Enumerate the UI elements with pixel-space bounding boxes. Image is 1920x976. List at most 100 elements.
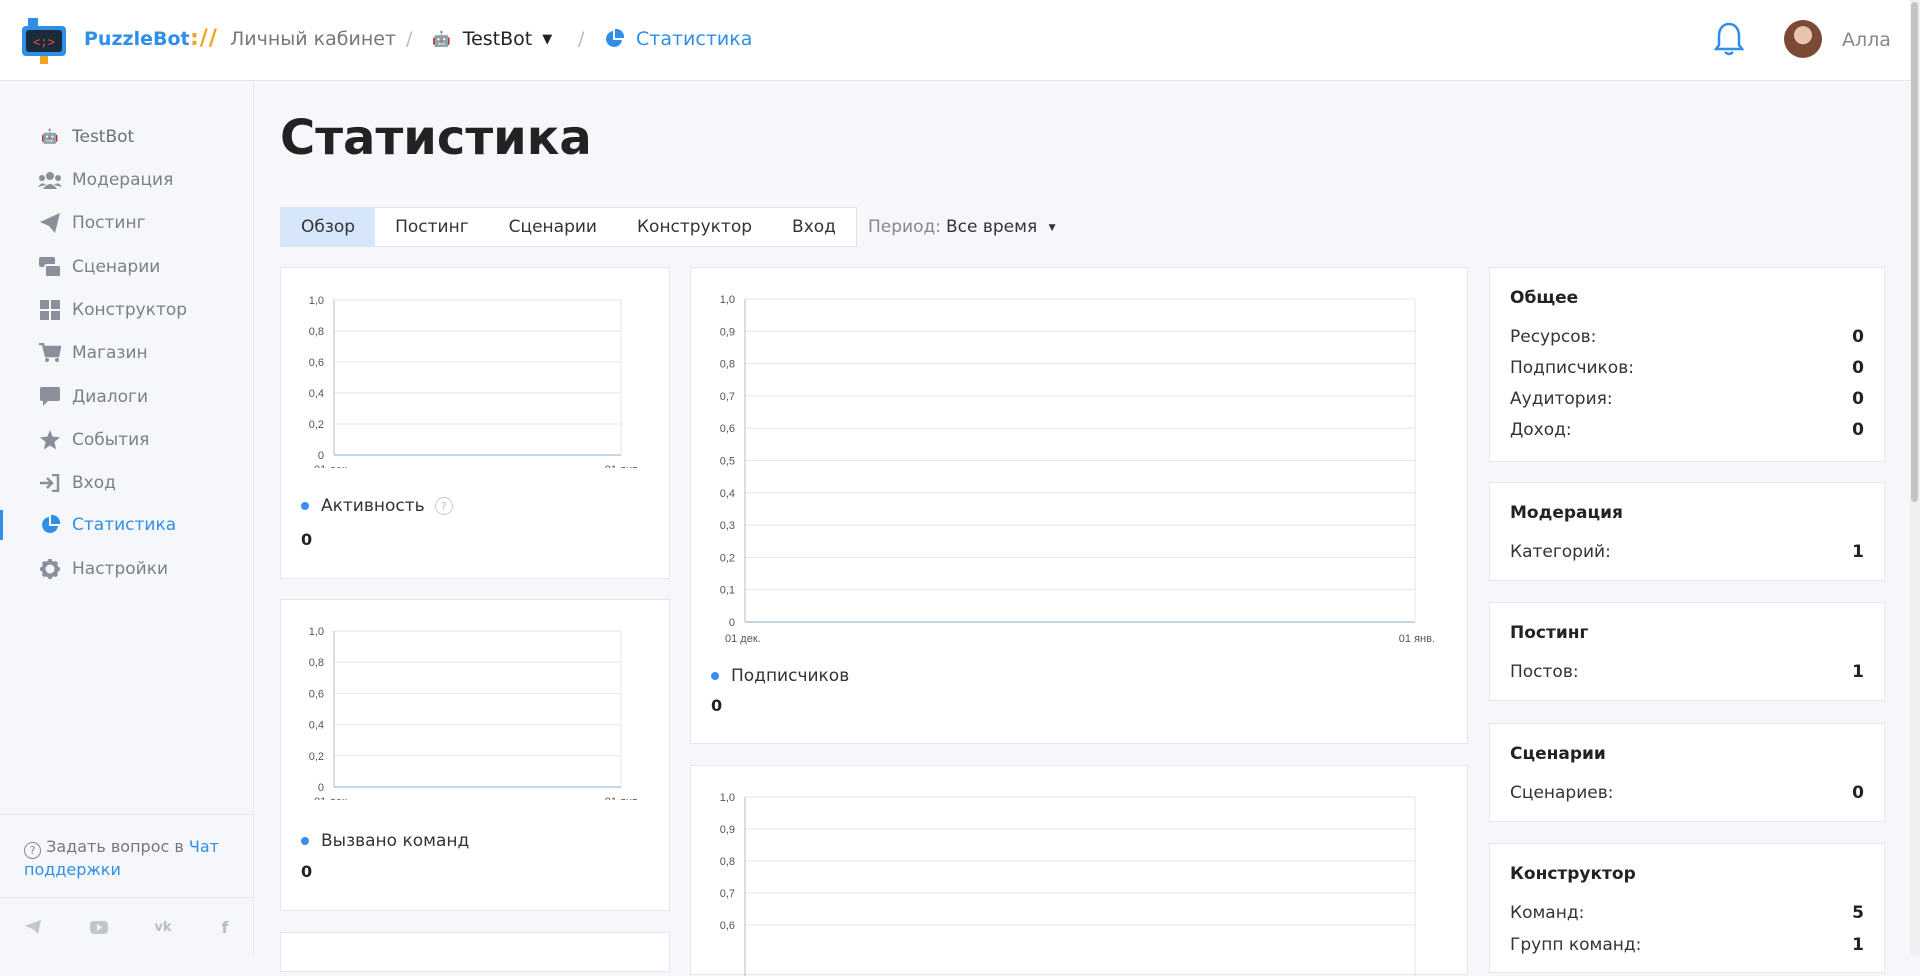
y-tick-label: 0,9 xyxy=(720,824,735,836)
sidebar-item-testbot[interactable]: 🤖 TestBot xyxy=(38,122,134,152)
username[interactable]: Алла xyxy=(1842,29,1891,51)
sidebar-item-label: Магазин xyxy=(72,343,148,363)
puzzlebot-logo[interactable]: <;> xyxy=(22,18,66,64)
bell-icon[interactable] xyxy=(1714,21,1744,57)
y-tick-label: 0,2 xyxy=(720,552,735,564)
help-icon[interactable]: ? xyxy=(434,497,453,515)
y-tick-label: 0,6 xyxy=(309,688,324,700)
x-tick-label: 01 дек. xyxy=(725,633,761,645)
sidebar: 🤖 TestBot Модерация Постинг Сценарии Кон… xyxy=(0,82,254,955)
scrollbar-thumb[interactable] xyxy=(1911,2,1918,502)
period-dropdown[interactable]: Все время ▼ xyxy=(946,217,1056,237)
y-tick-label: 0,6 xyxy=(309,357,324,369)
stat-row: Доход: 0 xyxy=(1510,420,1864,440)
breadcrumb-cabinet[interactable]: Личный кабинет xyxy=(230,28,396,50)
y-tick-label: 0,6 xyxy=(720,423,735,435)
stats-scenarios-title: Сценарии xyxy=(1510,744,1606,764)
subscribers-chart: 0 0,1 0,2 0,3 0,4 0,5 0,6 0,7 0,8 0,9 1,0 01 дек. 01… xyxy=(720,294,1435,645)
tab-overview[interactable]: Обзор xyxy=(281,208,376,246)
commands-legend-label: Вызвано команд xyxy=(321,831,470,851)
sidebar-item-label: Модерация xyxy=(72,170,174,190)
stat-label: Аудитория: xyxy=(1510,389,1613,409)
stat-value: 0 xyxy=(1852,783,1864,803)
tab-login[interactable]: Вход xyxy=(772,208,856,246)
series-dot xyxy=(301,837,309,845)
stats-constructor-card: Конструктор Команд: 5 Групп команд: 1 xyxy=(1489,843,1885,973)
y-tick-label: 0,1 xyxy=(720,585,735,597)
sidebar-item-label: TestBot xyxy=(72,127,135,147)
brand-name[interactable]: PuzzleBot xyxy=(84,28,190,50)
sidebar-item-moderation[interactable]: Модерация xyxy=(38,165,173,195)
youtube-icon[interactable] xyxy=(88,918,110,936)
stat-row: Групп команд: 1 xyxy=(1510,935,1864,955)
tab-scenarios[interactable]: Сценарии xyxy=(489,208,617,246)
sidebar-item-login[interactable]: Вход xyxy=(38,468,116,498)
stat-label: Постов: xyxy=(1510,662,1579,682)
sidebar-item-scenarios[interactable]: Сценарии xyxy=(38,252,160,282)
sidebar-item-events[interactable]: События xyxy=(38,425,149,455)
y-tick-label: 1,0 xyxy=(309,626,324,638)
facebook-icon[interactable]: f xyxy=(214,918,236,937)
stat-label: Команд: xyxy=(1510,903,1585,923)
breadcrumb-bot-selector[interactable]: 🤖 TestBot ▼ xyxy=(432,28,552,50)
breadcrumb-statistics[interactable]: Статистика xyxy=(604,28,752,50)
support-text: Задать вопрос в xyxy=(46,837,184,856)
stat-value: 0 xyxy=(1852,358,1864,378)
tab-constructor[interactable]: Конструктор xyxy=(617,208,772,246)
gear-icon xyxy=(38,558,62,580)
sidebar-item-label: Сценарии xyxy=(72,257,161,277)
top-header: <;> PuzzleBot :// Личный кабинет / 🤖 Tes… xyxy=(0,0,1920,81)
stats-posting-title: Постинг xyxy=(1510,623,1589,643)
vk-icon[interactable]: vk xyxy=(152,918,174,936)
sidebar-item-shop[interactable]: Магазин xyxy=(38,338,148,368)
y-tick-label: 0,8 xyxy=(309,326,324,338)
stat-value: 0 xyxy=(1852,327,1864,347)
avatar[interactable] xyxy=(1784,20,1822,58)
users-icon xyxy=(38,169,62,191)
activity-chart: 0 0,2 0,4 0,6 0,8 1,0 01 дек. 01 янв. xyxy=(309,295,641,468)
chart-card xyxy=(280,932,670,972)
x-tick-label: 01 дек. xyxy=(314,464,350,468)
sidebar-item-label: Настройки xyxy=(72,559,169,579)
x-tick-label: 01 янв. xyxy=(1399,633,1435,645)
series-dot xyxy=(301,502,309,510)
sidebar-item-posting[interactable]: Постинг xyxy=(38,208,146,238)
stats-tabs: Обзор Постинг Сценарии Конструктор Вход xyxy=(280,207,857,247)
pie-chart-icon xyxy=(38,514,62,536)
activity-legend: Активность ? xyxy=(301,496,453,516)
y-tick-label: 0,8 xyxy=(720,359,735,371)
telegram-icon[interactable] xyxy=(22,918,44,936)
stats-scenarios-card: Сценарии Сценариев: 0 xyxy=(1489,723,1885,822)
stat-row: Ресурсов: 0 xyxy=(1510,327,1864,347)
stats-general-card: Общее Ресурсов: 0 Подписчиков: 0 Аудитория… xyxy=(1489,267,1885,462)
series-dot xyxy=(711,672,719,680)
stats-moderation-card: Модерация Категорий: 1 xyxy=(1489,482,1885,581)
bot-icon: 🤖 xyxy=(432,30,451,48)
commands-chart: 0 0,2 0,4 0,6 0,8 1,0 01 дек. 01 янв. xyxy=(309,626,641,800)
stat-value: 0 xyxy=(1852,420,1864,440)
y-tick-label: 0,7 xyxy=(720,391,735,403)
stat-label: Сценариев: xyxy=(1510,783,1614,803)
tab-posting[interactable]: Постинг xyxy=(375,208,489,246)
y-tick-label: 0,8 xyxy=(720,856,735,868)
x-tick-label: 01 дек. xyxy=(314,796,350,800)
sidebar-item-dialogs[interactable]: Диалоги xyxy=(38,382,148,412)
sidebar-item-statistics[interactable]: Статистика xyxy=(38,510,176,540)
y-tick-label: 0 xyxy=(318,450,324,462)
y-tick-label: 1,0 xyxy=(309,295,324,307)
stat-row: Команд: 5 xyxy=(1510,903,1864,923)
stat-label: Ресурсов: xyxy=(1510,327,1597,347)
sidebar-item-constructor[interactable]: Конструктор xyxy=(38,295,187,325)
sidebar-item-settings[interactable]: Настройки xyxy=(38,554,168,584)
period-value: Все время xyxy=(946,217,1038,237)
question-icon: ? xyxy=(24,842,41,859)
stat-value: 1 xyxy=(1852,935,1864,955)
subscribers-card: 0 0,1 0,2 0,3 0,4 0,5 0,6 0,7 0,8 0,9 1,0 01 дек. 01… xyxy=(690,267,1468,744)
sidebar-divider xyxy=(0,814,253,815)
stats-posting-card: Постинг Постов: 1 xyxy=(1489,602,1885,701)
subscribers-value: 0 xyxy=(711,696,723,715)
sidebar-item-label: Конструктор xyxy=(72,300,188,320)
y-tick-label: 0,4 xyxy=(720,488,735,500)
activity-card: 0 0,2 0,4 0,6 0,8 1,0 01 дек. 01 янв. Активност… xyxy=(280,267,670,579)
y-tick-label: 0,8 xyxy=(309,657,324,669)
